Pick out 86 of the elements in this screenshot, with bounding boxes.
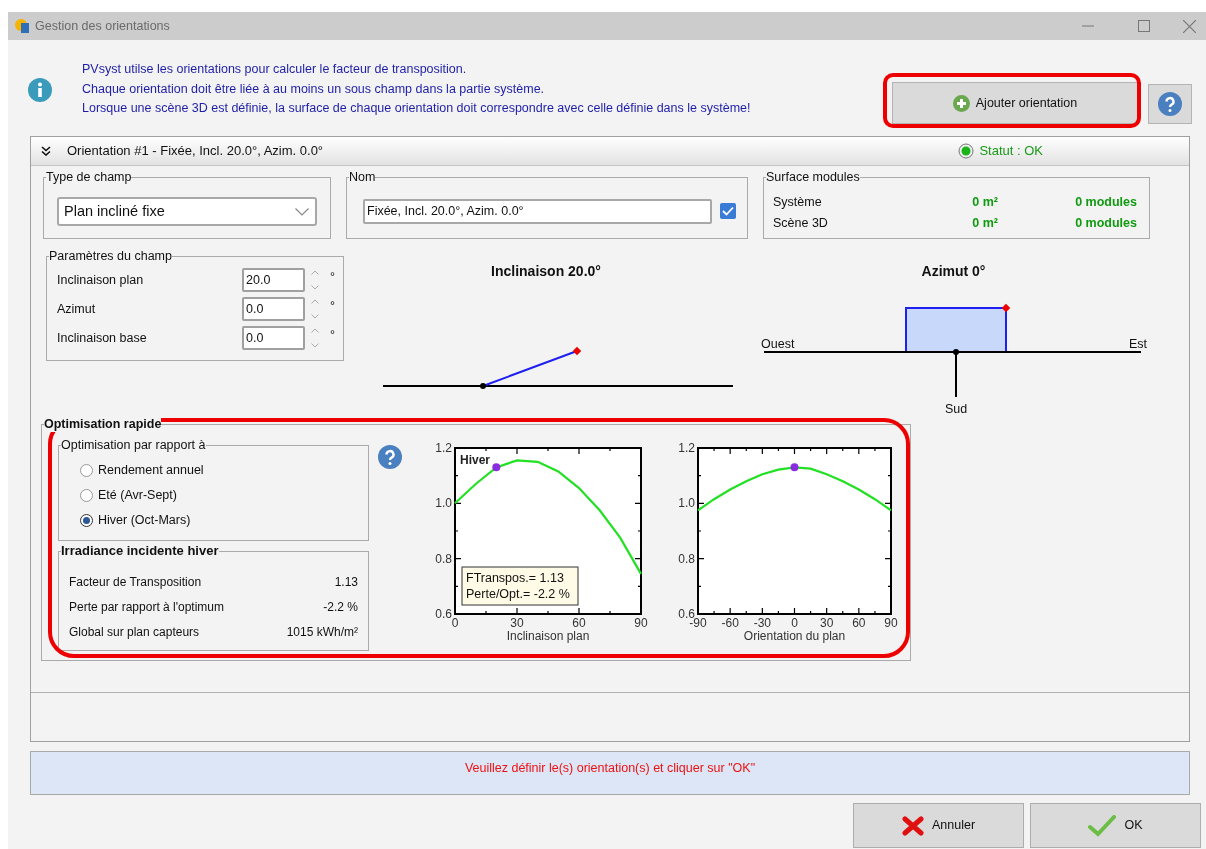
radio-label: Rendement annuel	[98, 462, 204, 480]
info-icon	[28, 78, 52, 102]
axis-label: Inclinaison plan	[506, 629, 590, 643]
group-label: Optimisation par rapport à	[61, 437, 206, 453]
radio-button[interactable]	[80, 514, 93, 527]
unit-label: °	[330, 297, 335, 315]
tick-label: 1.2	[678, 441, 695, 455]
row-label: Perte par rapport à l'optimum	[69, 598, 225, 616]
plus-icon	[952, 94, 970, 112]
panel-header[interactable]: Orientation #1 - Fixée, Incl. 20.0°, Azim. 0.0° Statut : OK	[31, 137, 1189, 166]
status-text: Statut : OK	[979, 142, 1043, 161]
group-label: Optimisation rapide	[44, 416, 162, 432]
tick-label: 0	[451, 616, 459, 630]
help-button[interactable]	[1148, 84, 1192, 124]
unit-label: °	[330, 268, 335, 286]
help-icon	[1158, 92, 1182, 116]
check-icon	[1088, 814, 1117, 837]
close-icon	[1182, 19, 1196, 33]
tick-label: 1.0	[678, 496, 695, 511]
info-text: PVsyst utilse les orientations pour calculer le facteur de transposition.	[82, 61, 468, 78]
row-label: Facteur de Transposition	[69, 573, 202, 591]
ok-button[interactable]: OK	[1030, 803, 1201, 848]
row-value: 1.13	[334, 573, 358, 591]
module-count: 0 modules	[1075, 194, 1137, 212]
row-value: -2.2 %	[323, 598, 358, 616]
tick-label: -60	[721, 616, 739, 630]
cancel-button[interactable]: Annuler	[853, 803, 1024, 848]
data-point	[790, 463, 799, 472]
checkbox[interactable]	[720, 203, 736, 219]
radio-label: Hiver (Oct-Mars)	[98, 512, 191, 530]
caret-icon	[295, 207, 309, 216]
close-icon	[901, 815, 924, 836]
panel-title: Orientation #1 - Fixée, Incl. 20.0°, Azim. 0.0°	[67, 142, 324, 161]
unit-label: °	[330, 326, 335, 344]
tick-label: 0.6	[435, 607, 452, 621]
tooltip-text: Perte/Opt.= -2.2 %	[466, 587, 570, 601]
window-title: Gestion des orientations	[35, 17, 170, 35]
tick-label: 30	[510, 616, 524, 630]
area-value: 0 m²	[971, 194, 998, 212]
maximize-icon	[1138, 20, 1150, 32]
row-label: Global sur plan capteurs	[69, 623, 200, 641]
diagram-title: Azimut 0°	[921, 263, 986, 279]
area-value: 0 m²	[971, 215, 998, 233]
axis-label: Orientation du plan	[743, 629, 846, 643]
chevron-icon[interactable]	[41, 146, 51, 156]
radio-label: Eté (Avr-Sept)	[98, 487, 177, 505]
add-orientation-button[interactable]: Ajouter orientation	[892, 82, 1138, 124]
number-field[interactable]: 0.0	[242, 297, 305, 321]
field-label: Azimut	[57, 300, 97, 318]
tick-label: 60	[852, 616, 866, 630]
data-point	[492, 463, 501, 472]
tick-label: 1.0	[435, 496, 452, 511]
row-label: Système	[773, 194, 823, 212]
group-label: Paramètres du champ	[49, 248, 172, 264]
tick-label: 0	[791, 616, 798, 630]
compass-label: Sud	[944, 402, 968, 416]
tick-label: 1.2	[435, 441, 452, 455]
tick-label: 30	[820, 616, 834, 630]
info-text: Chaque orientation doit être liée à au moins un sous champ dans la partie système.	[82, 80, 546, 98]
message-bar: Veuillez définir le(s) orientation(s) et cliquer sur "OK"	[30, 751, 1190, 795]
info-text: Lorsque une scène 3D est définie, la surface de chaque orientation doit correspondre avec celle définie dans le système!	[82, 100, 751, 117]
chart-label: Hiver	[460, 453, 491, 467]
field-label: Inclinaison base	[57, 329, 148, 347]
group-label: Type de champ	[46, 169, 132, 185]
module-count: 0 modules	[1075, 215, 1137, 233]
tooltip-text: FTranspos.= 1.13	[466, 571, 564, 585]
field-label: Inclinaison plan	[57, 271, 145, 289]
dropdown[interactable]: Plan incliné fixe	[57, 197, 317, 226]
diagram-title: Inclinaison 20.0°	[491, 263, 601, 279]
tick-label: 0.8	[678, 551, 695, 566]
tick-label: -30	[753, 616, 771, 630]
tick-label: 90	[884, 616, 898, 630]
tick-label: 60	[572, 616, 586, 630]
tick-label: 0.8	[435, 551, 452, 566]
row-value: 1015 kWh/m²	[286, 623, 358, 641]
compass-label: Est	[1128, 337, 1147, 351]
radio-button[interactable]	[80, 464, 93, 477]
tick-label: 90	[634, 616, 648, 630]
app-icon	[14, 18, 30, 34]
row-label: Scène 3D	[773, 215, 829, 233]
number-field[interactable]: 0.0	[242, 326, 305, 350]
number-field[interactable]: 20.0	[242, 268, 305, 292]
name-field[interactable]: Fixée, Incl. 20.0°, Azim. 0.0°	[363, 199, 712, 224]
help-icon[interactable]	[378, 445, 402, 469]
radio-button[interactable]	[80, 489, 93, 502]
compass-label: Ouest	[761, 337, 795, 351]
